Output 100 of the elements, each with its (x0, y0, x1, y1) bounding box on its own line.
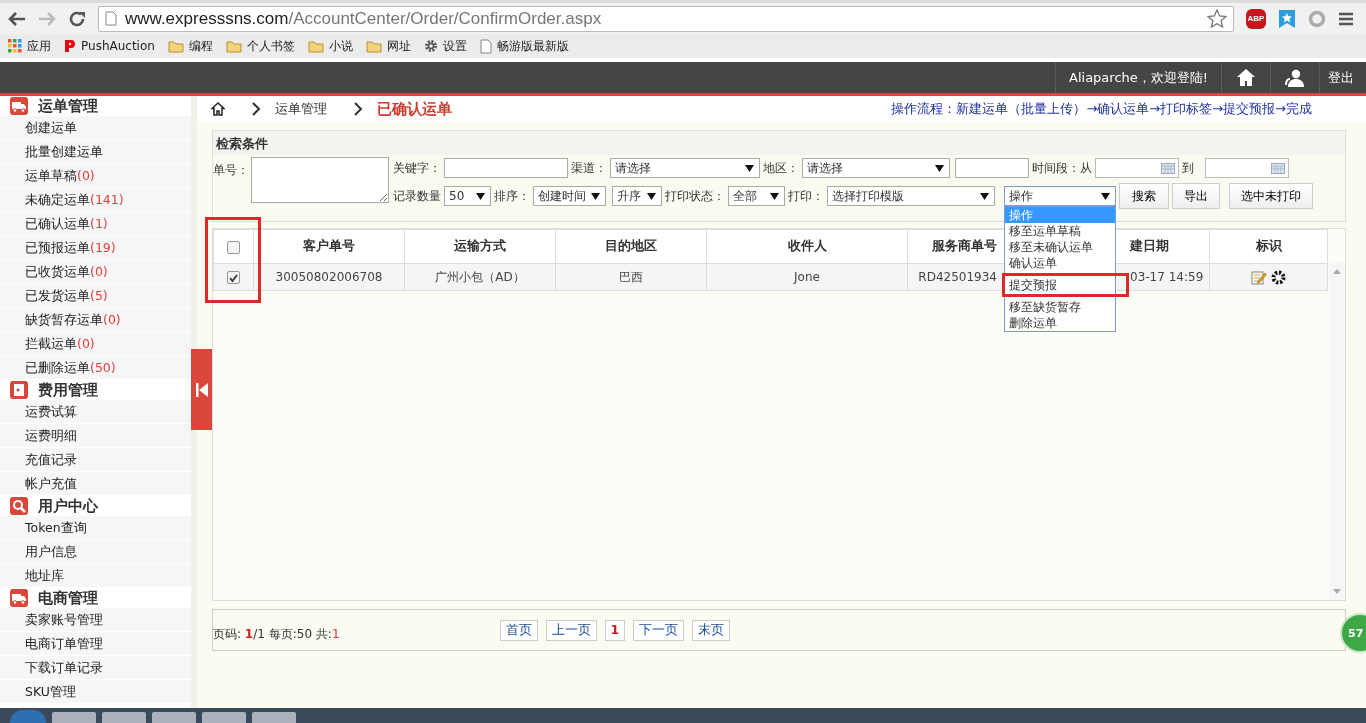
circle-icon[interactable] (1308, 9, 1326, 28)
sidebar-item[interactable]: 创建运单 (0, 116, 191, 140)
dropdown[interactable]: 全部 (728, 186, 785, 206)
sidebar-item[interactable]: 未确定运单(141) (0, 188, 191, 212)
dropdown[interactable]: 50 (444, 186, 491, 206)
dropdown[interactable]: 创建时间 (533, 186, 606, 206)
sidebar-item[interactable]: 已确认运单(1) (0, 212, 191, 236)
panel-title: 检索条件 (213, 131, 1345, 155)
row-checkbox[interactable] (227, 271, 240, 284)
start-button[interactable] (10, 710, 46, 723)
sidebar-item[interactable]: 缺货暂存运单(0) (0, 308, 191, 332)
grid-icon (8, 39, 22, 53)
bookmark-link[interactable]: 设置 (442, 37, 467, 55)
sidebar-item[interactable]: 充值记录 (0, 448, 191, 472)
sidebar-item[interactable]: 运单草稿(0) (0, 164, 191, 188)
bookmark-link[interactable]: 畅游版最新版 (496, 37, 569, 55)
sidebar-item[interactable]: 运费明细 (0, 424, 191, 448)
scrollbar[interactable] (1329, 263, 1345, 600)
star-icon[interactable] (1207, 9, 1227, 28)
sidebar-item[interactable]: 用户信息 (0, 540, 191, 564)
sidebar-item[interactable]: 运费试算 (0, 400, 191, 424)
caret-icon (1101, 192, 1110, 200)
dropdown-option[interactable]: 移至运单草稿 (1005, 223, 1115, 239)
sidebar-item[interactable]: 电商订单管理 (0, 632, 191, 656)
field-label: 渠道： (571, 159, 607, 177)
text-field[interactable] (444, 158, 568, 178)
workflow-text: 操作流程：新建运单（批量上传）→确认运单→打印标签→提交预报→完成 (891, 100, 1312, 118)
sidebar-item[interactable]: 下载订单记录 (0, 656, 191, 680)
back-arrow-icon[interactable] (8, 10, 26, 27)
sidebar-item[interactable]: 已发货运单(5) (0, 284, 191, 308)
address-bar[interactable]: www.expresssns.com/AccountCenter/Order/ConfirmOrder.aspx (98, 5, 1234, 32)
sidebar-item[interactable]: 已预报运单(19) (0, 236, 191, 260)
sidebar-item[interactable]: 已删除运单(50) (0, 356, 191, 380)
p-letter-icon (64, 39, 76, 53)
bookmark-link[interactable]: 个人书签 (246, 37, 295, 55)
select-all-checkbox[interactable] (227, 241, 240, 254)
dropdown-option[interactable]: 删除运单 (1005, 315, 1115, 331)
calendar-icon (1271, 162, 1285, 174)
action-button[interactable]: 搜索 (1119, 183, 1169, 209)
sidebar-item[interactable]: SKU管理 (0, 680, 191, 704)
user-icon[interactable] (1285, 68, 1305, 87)
calendar-icon (1161, 162, 1175, 174)
collapse-icon (195, 382, 208, 397)
reload-icon[interactable] (68, 9, 86, 28)
gear-icon[interactable] (1271, 269, 1286, 285)
field-label: 记录数量 (393, 187, 441, 205)
breadcrumb-link[interactable]: 运单管理 (275, 100, 327, 118)
dropdown[interactable]: 选择打印模版 (827, 186, 995, 206)
bookmark-link[interactable]: PushAuction (81, 39, 155, 53)
dropdown[interactable]: 操作 (1004, 186, 1116, 206)
dropdown-option[interactable]: 移至缺货暂存 (1005, 299, 1115, 315)
home-icon[interactable] (1236, 68, 1256, 87)
dropdown-option[interactable]: 确认运单 (1005, 255, 1115, 271)
order-number-field[interactable] (251, 157, 389, 203)
caret-icon (647, 192, 656, 200)
table-cell: 03-17 14:59 (1130, 270, 1204, 284)
bookmark-star-icon[interactable] (1278, 8, 1296, 29)
page-link[interactable]: 首页 (499, 619, 538, 641)
column-header: 建日期 (1130, 238, 1169, 253)
menu-icon[interactable] (1338, 11, 1354, 26)
dropdown[interactable]: 请选择 (610, 158, 760, 178)
text-field[interactable] (955, 158, 1029, 178)
sidebar-item[interactable]: 地址库 (0, 564, 191, 588)
page-link[interactable]: 上一页 (545, 619, 597, 641)
sidebar-item[interactable]: 卖家账号管理 (0, 608, 191, 632)
checkmark-icon (229, 273, 238, 282)
page-link[interactable]: 末页 (692, 619, 731, 641)
sidebar-item[interactable]: 已收货运单(0) (0, 260, 191, 284)
page-link[interactable]: 下一页 (633, 619, 685, 641)
scroll-down-icon (1333, 589, 1341, 594)
folder-icon (307, 39, 324, 53)
bookmark-link[interactable]: 应用 (27, 37, 51, 55)
sidebar-item[interactable]: 帐户充值 (0, 472, 191, 496)
date-field[interactable] (1205, 158, 1289, 178)
home-icon[interactable] (211, 102, 225, 116)
sidebar-item[interactable]: Token查询 (0, 516, 191, 540)
bookmark-link[interactable]: 小说 (328, 37, 353, 55)
chevron-icon (251, 102, 261, 116)
dropdown-option[interactable]: 移至未确认运单 (1005, 239, 1115, 255)
gear-icon (423, 39, 438, 53)
logout-link[interactable]: 登出 (1319, 62, 1366, 93)
bookmark-link[interactable]: 网址 (386, 37, 411, 55)
sidebar-item[interactable]: 拦截运单(0) (0, 332, 191, 356)
dropdown[interactable]: 请选择 (802, 158, 950, 178)
caret-icon (980, 192, 989, 200)
folder-icon (225, 39, 242, 53)
bookmark-link[interactable]: 编程 (188, 37, 213, 55)
folder-icon (167, 39, 184, 53)
action-button[interactable]: 选中未打印 (1229, 183, 1313, 209)
table-cell: 巴西 (619, 269, 643, 284)
sidebar-item[interactable]: 批量创建运单 (0, 140, 191, 164)
forward-arrow-icon[interactable] (38, 10, 56, 27)
action-button[interactable]: 导出 (1172, 183, 1220, 209)
field-label: 单号： (213, 162, 249, 179)
dropdown[interactable]: 升序 (612, 186, 662, 206)
adblock-button[interactable]: ABP (1246, 8, 1266, 29)
collapse-handle[interactable] (191, 349, 212, 430)
date-field[interactable] (1095, 158, 1179, 178)
current-page[interactable]: 1 (604, 619, 626, 641)
dropdown-option[interactable]: 提交预报 (1002, 273, 1129, 297)
